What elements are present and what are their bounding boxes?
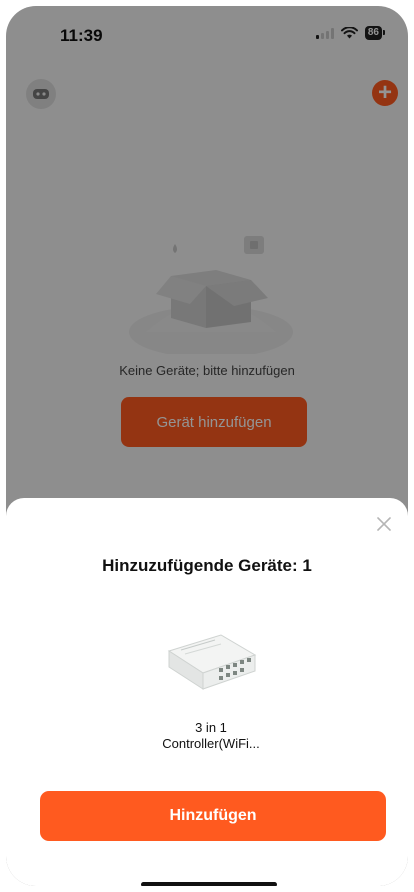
sheet-title: Hinzuzufügende Geräte: 1 bbox=[102, 556, 312, 575]
device-name-line1: 3 in 1 bbox=[195, 720, 227, 735]
device-image bbox=[167, 634, 257, 690]
add-devices-sheet: Hinzuzufügende Geräte: 1 3 in 1 Controll… bbox=[6, 498, 408, 886]
app-screen: 11:39 86 + Keine Geräte; bitte hinzufüge… bbox=[6, 6, 408, 886]
home-indicator bbox=[141, 882, 277, 886]
device-name: 3 in 1 Controller(WiFi... bbox=[126, 720, 296, 752]
confirm-add-button[interactable]: Hinzufügen bbox=[40, 791, 386, 841]
device-name-line2: Controller(WiFi... bbox=[162, 736, 260, 751]
close-icon[interactable] bbox=[376, 516, 392, 532]
